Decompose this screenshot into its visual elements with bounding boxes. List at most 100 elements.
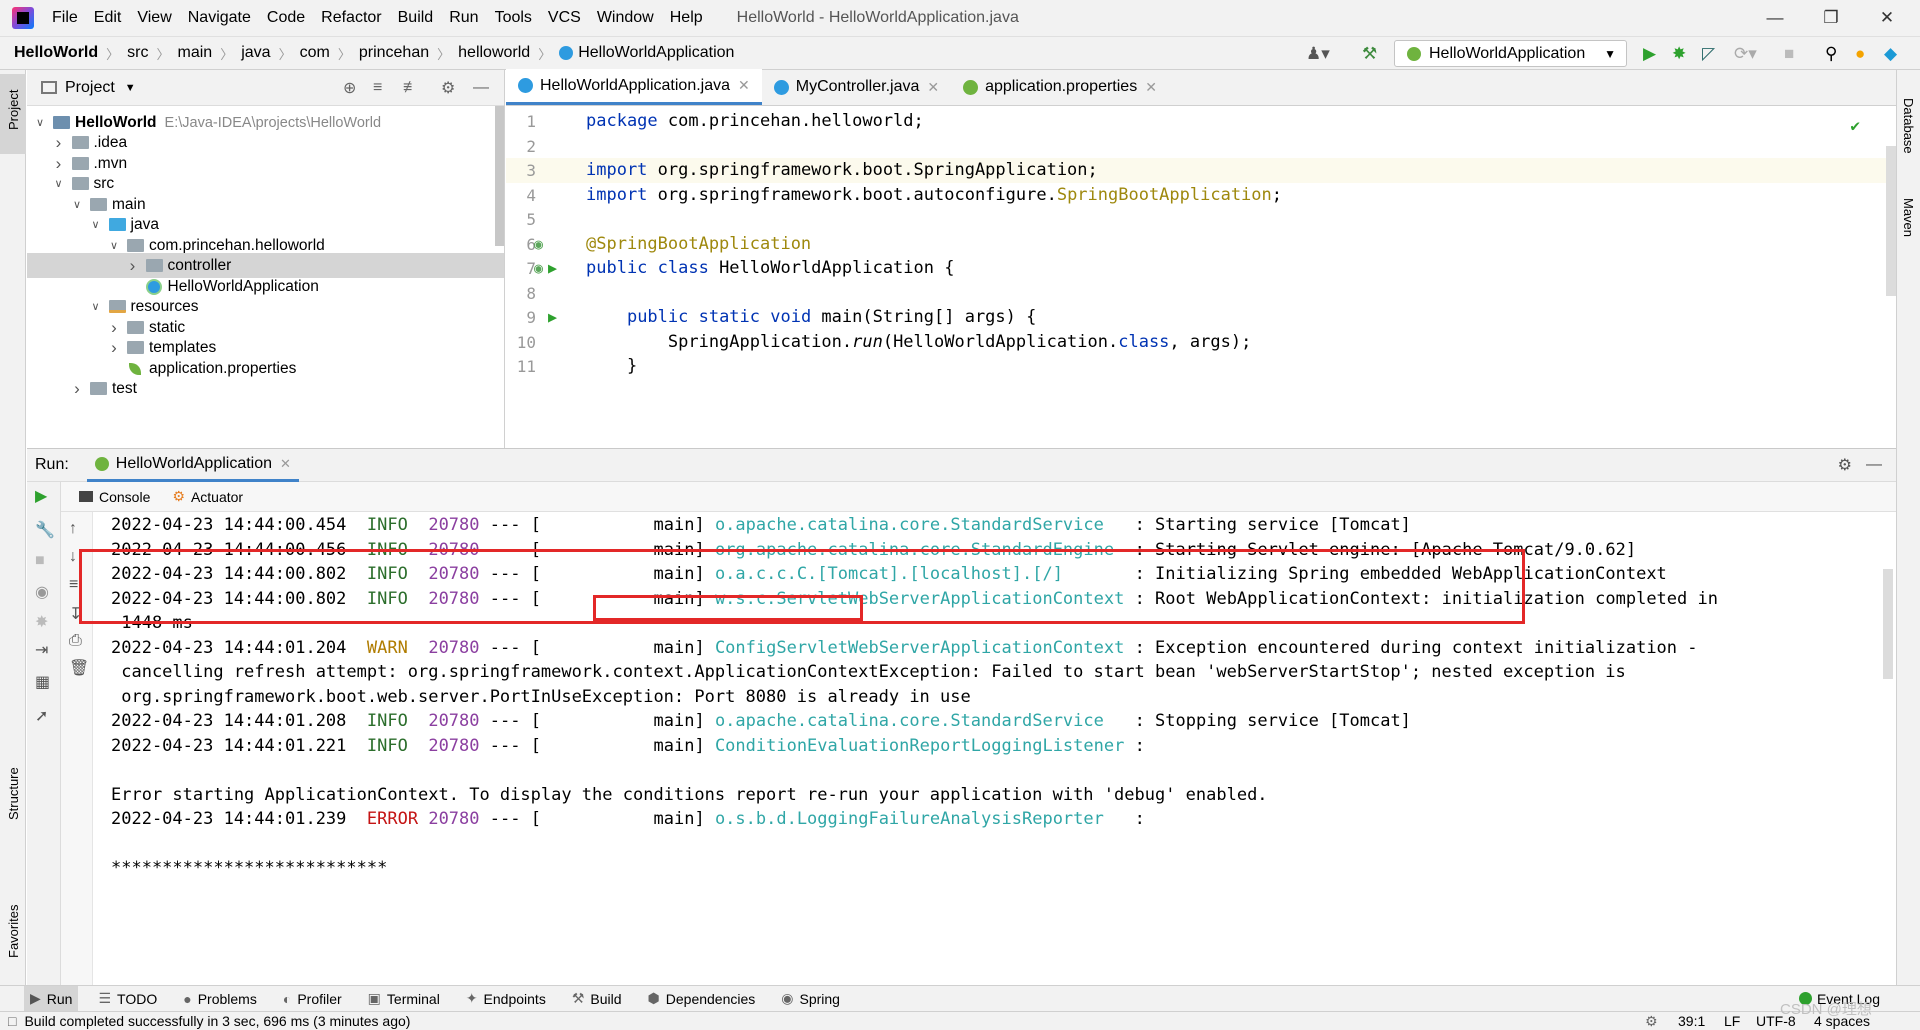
editor-tab[interactable]: HelloWorldApplication.java ✕ [506,69,762,105]
breadcrumb-item[interactable]: HelloWorldApplication [578,44,734,62]
hide-icon[interactable]: — [1866,456,1882,474]
code-line[interactable]: 11 } [506,354,1886,379]
exit-icon[interactable]: ⇥ [35,640,48,660]
chevron-down-icon[interactable]: ▼ [125,82,136,94]
rerun-icon[interactable]: ▶ [35,486,47,506]
breadcrumb-item[interactable]: com [300,44,330,62]
bottom-tab-build[interactable]: ⚒ Build [566,986,628,1012]
bottom-tab-todo[interactable]: ☰ TODO [92,986,163,1012]
actuator-tab[interactable]: ⚙ Actuator [172,488,243,505]
line-separator[interactable]: LF [1724,1013,1740,1029]
gear-icon[interactable]: ⚙ [1838,455,1852,475]
camera-icon[interactable]: ◉ [35,582,49,602]
update-icon[interactable]: ● [1855,45,1865,63]
expand-all-icon[interactable]: ≡ [373,79,382,97]
collapse-all-icon[interactable]: ≢ [403,79,419,97]
chevron-down-icon[interactable]: ∨ [52,177,66,190]
close-icon[interactable]: ✕ [1145,79,1157,96]
project-panel-title[interactable]: Project [65,79,115,97]
maven-tool-label[interactable]: Maven [1901,198,1916,237]
close-icon[interactable]: ✕ [280,456,291,472]
breadcrumb-item[interactable]: main [178,44,213,62]
code-area[interactable]: ✔ 1 package com.princehan.helloworld; 2 3 im… [506,106,1896,448]
debug-icon[interactable]: ✸ [1672,45,1686,63]
stop-icon[interactable]: ■ [1784,45,1794,63]
menu-item-vcs[interactable]: VCS [540,0,589,36]
editor-tab[interactable]: MyController.java ✕ [762,69,951,105]
menu-item-code[interactable]: Code [259,0,313,36]
layout-icon[interactable]: ▦ [35,672,50,692]
bottom-tab-spring[interactable]: ◉ Spring [775,986,846,1012]
run-configuration-select[interactable]: HelloWorldApplication ▼ [1394,40,1627,67]
code-line[interactable]: 10 SpringApplication.run(HelloWorldAppli… [506,330,1886,355]
menu-item-help[interactable]: Help [662,0,711,36]
menu-item-edit[interactable]: Edit [86,0,130,36]
tree-scrollbar[interactable] [495,106,504,246]
pin-icon[interactable]: ➚ [35,706,48,726]
maximize-icon[interactable]: ❐ [1803,0,1859,36]
cursor-position[interactable]: 39:1 [1678,1013,1705,1029]
code-line[interactable]: 9 public static void main(String[] args)… [506,305,1886,330]
gear-icon[interactable]: ⚙ [441,78,455,98]
tree-item-test[interactable]: › test [27,376,504,401]
up-arrow-icon[interactable]: ↑ [69,520,77,538]
status-square-icon[interactable]: □ [8,1013,16,1029]
code-line[interactable]: 5 [506,207,1886,232]
toolbox-icon[interactable]: ◆ [1884,45,1897,63]
close-icon[interactable]: ✕ [738,77,750,94]
chevron-right-icon[interactable]: › [52,133,66,153]
wrench-icon[interactable]: 🔧 [35,520,55,540]
bottom-tab-endpoints[interactable]: ✦ Endpoints [460,986,552,1012]
menu-item-tools[interactable]: Tools [487,0,540,36]
down-arrow-icon[interactable]: ↓ [69,548,77,566]
code-line[interactable]: 2 [506,134,1886,159]
run-icon[interactable]: ▶ [1643,45,1656,63]
structure-tool-label[interactable]: Structure [6,767,21,820]
chevron-down-icon[interactable]: ∨ [33,116,47,129]
code-line[interactable]: 1 package com.princehan.helloworld; [506,109,1886,134]
locate-icon[interactable]: ⊕ [343,78,356,98]
database-tool-label[interactable]: Database [1901,98,1916,154]
bottom-tab-problems[interactable]: ● Problems [177,986,263,1012]
editor-tab[interactable]: application.properties ✕ [951,69,1169,105]
close-icon[interactable]: ✕ [1859,0,1915,36]
menu-item-window[interactable]: Window [589,0,662,36]
menu-item-navigate[interactable]: Navigate [180,0,259,36]
chevron-right-icon[interactable]: › [126,256,140,276]
bottom-tab-run[interactable]: ▶ Run [24,985,79,1012]
console-scrollbar[interactable] [1883,569,1893,679]
breadcrumb-item[interactable]: HelloWorld [14,44,98,62]
trash-icon[interactable]: 🗑 [69,658,89,678]
editor-scrollbar[interactable] [1886,146,1896,296]
code-line[interactable]: 4 import org.springframework.boot.autocon… [506,183,1886,208]
user-icon[interactable]: ♟▾ [1306,45,1330,63]
stop-icon[interactable]: ■ [35,552,45,570]
menu-item-build[interactable]: Build [390,0,442,36]
code-line[interactable]: 6 @SpringBootApplication ◉ [506,232,1886,257]
breadcrumb-item[interactable]: princehan [359,44,429,62]
breadcrumb-item[interactable]: java [241,44,270,62]
breadcrumb-item[interactable]: src [127,44,148,62]
print-icon[interactable]: ⎙ [69,632,82,650]
run-gutter-icon[interactable]: ▶ [548,305,557,330]
code-line[interactable]: 7 public class HelloWorldApplication {◉ ▶ [506,256,1886,281]
breadcrumb-item[interactable]: helloworld [458,44,530,62]
chevron-right-icon[interactable]: › [107,338,121,358]
chevron-down-icon[interactable]: ∨ [89,218,103,231]
bottom-tab-dependencies[interactable]: ⬢ Dependencies [642,986,762,1012]
menu-item-file[interactable]: File [44,0,86,36]
run-tab[interactable]: HelloWorldApplication ✕ [86,449,299,482]
chevron-down-icon[interactable]: ∨ [107,239,121,252]
soft-wrap-icon[interactable]: ≡ [69,576,78,594]
menu-item-refactor[interactable]: Refactor [313,0,389,36]
menu-item-view[interactable]: View [129,0,179,36]
debug-icon[interactable]: ✸ [35,612,48,632]
menu-item-run[interactable]: Run [441,0,486,36]
bottom-tab-terminal[interactable]: ▣ Terminal [362,986,446,1012]
code-line[interactable]: 8 [506,281,1886,306]
chevron-down-icon[interactable]: ∨ [89,300,103,313]
search-icon[interactable]: ⚲ [1825,45,1837,63]
profile-icon[interactable]: ⟳▾ [1734,45,1757,63]
close-icon[interactable]: ✕ [927,79,939,96]
run-gutter-icon[interactable]: ▶ [548,256,557,281]
